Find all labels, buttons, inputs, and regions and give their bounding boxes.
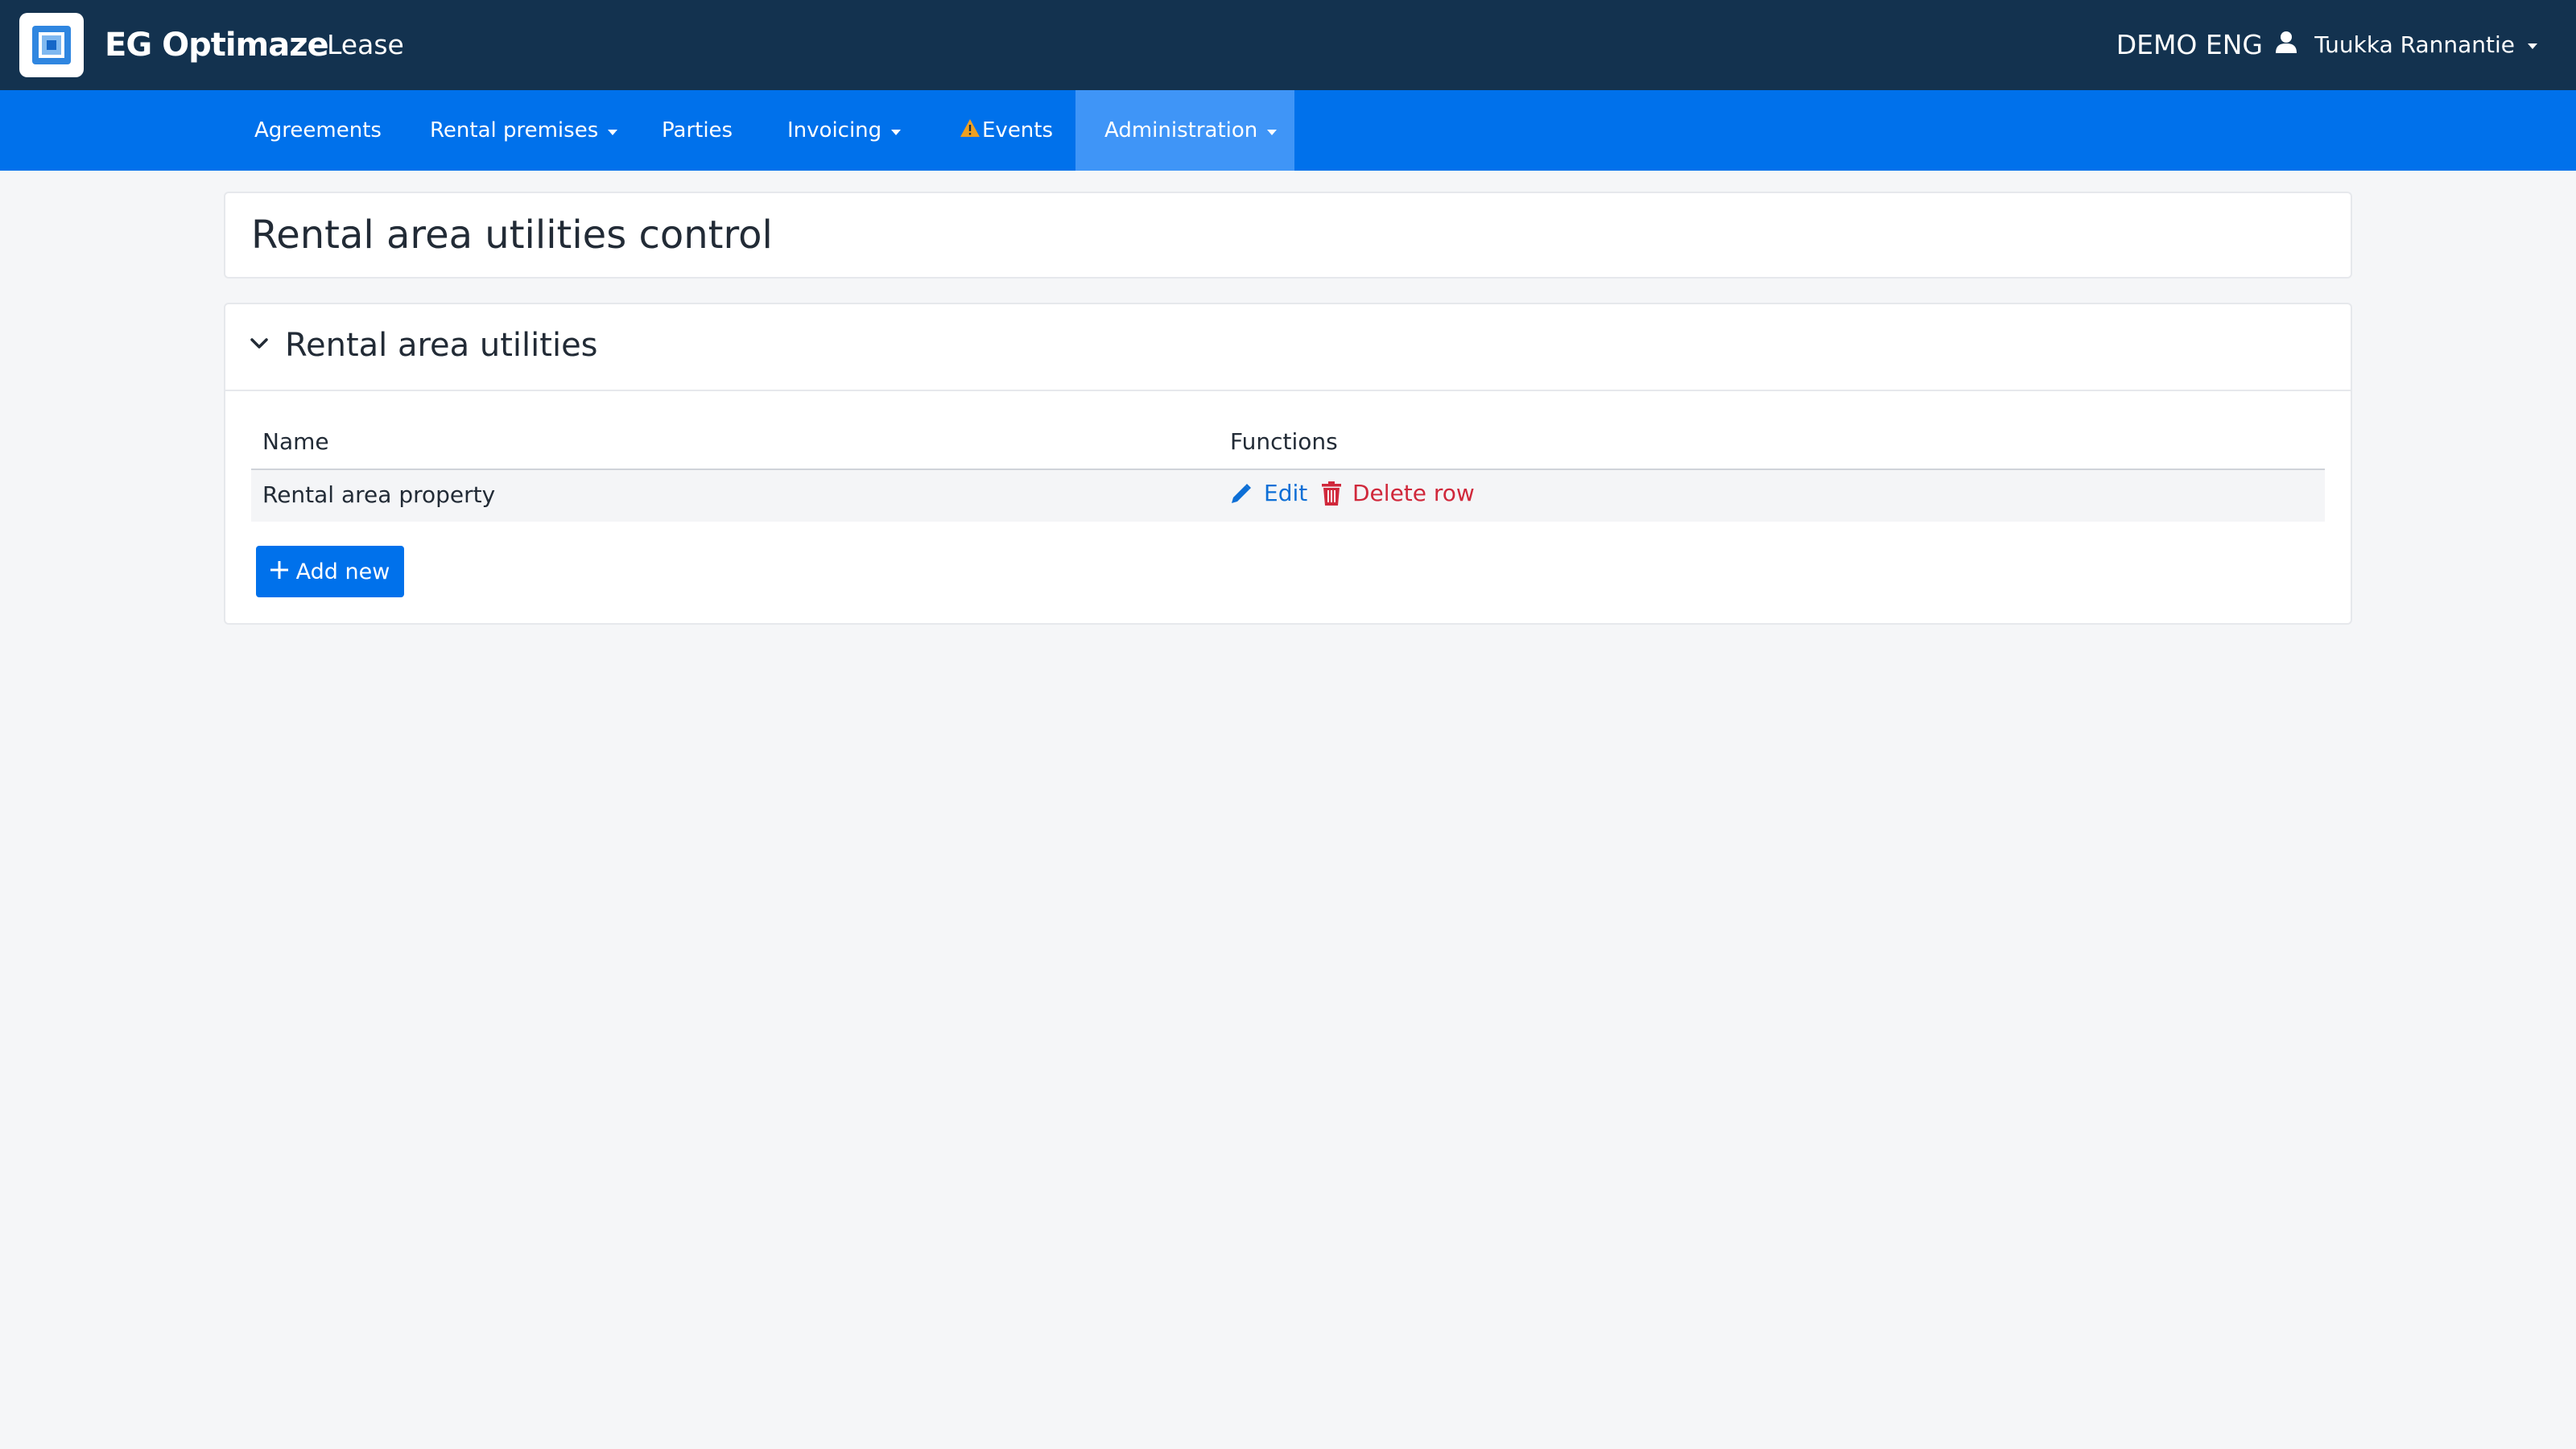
column-header-functions: Functions <box>1230 428 1338 455</box>
nav-item-label: Agreements <box>254 118 382 142</box>
nav-item-label: Parties <box>662 118 733 142</box>
nav-item-parties[interactable]: Parties <box>633 90 762 171</box>
utilities-table: Name Functions Rental area property Edit <box>251 417 2325 522</box>
environment-label: DEMO ENG <box>2116 29 2263 60</box>
nav-item-label: Events <box>982 118 1054 142</box>
user-icon <box>2276 31 2297 59</box>
add-new-label: Add new <box>295 559 390 584</box>
chevron-down-icon <box>2528 43 2537 49</box>
main-nav: Agreements Rental premises Parties Invoi… <box>0 90 2576 171</box>
chevron-down-icon <box>891 129 902 135</box>
utilities-section: Rental area utilities Name Functions Ren… <box>224 303 2352 625</box>
chevron-down-icon[interactable] <box>250 333 269 356</box>
chevron-down-icon <box>608 129 618 135</box>
row-name: Rental area property <box>262 481 496 508</box>
column-header-name: Name <box>262 428 329 455</box>
section-header[interactable]: Rental area utilities <box>225 304 2351 391</box>
page-title: Rental area utilities control <box>251 213 773 258</box>
nav-item-label: Invoicing <box>787 118 882 142</box>
app-logo[interactable] <box>19 13 84 77</box>
nav-item-invoicing[interactable]: Invoicing <box>758 90 930 171</box>
user-name: Tuukka Rannantie <box>2314 31 2515 58</box>
brand-name: EG Optimaze <box>105 27 329 64</box>
page-title-card: Rental area utilities control <box>224 192 2352 279</box>
plus-icon <box>270 559 288 584</box>
pencil-icon <box>1232 483 1251 503</box>
delete-label: Delete row <box>1352 480 1475 506</box>
nav-item-administration[interactable]: Administration <box>1075 90 1294 171</box>
nav-item-rental-premises[interactable]: Rental premises <box>401 90 646 171</box>
trash-icon <box>1322 481 1341 506</box>
add-new-button[interactable]: Add new <box>256 546 404 597</box>
nav-item-events[interactable]: Events <box>931 90 1082 171</box>
chevron-down-icon <box>1267 129 1278 135</box>
app-header: EG Optimaze Lease DEMO ENG Tuukka Rannan… <box>0 0 2576 90</box>
warning-icon <box>960 118 980 143</box>
nav-item-label: Administration <box>1104 118 1258 142</box>
table-header-row: Name Functions <box>251 417 2325 470</box>
delete-row-button[interactable]: Delete row <box>1322 480 1475 506</box>
nav-item-label: Rental premises <box>430 118 599 142</box>
edit-label: Edit <box>1264 480 1308 506</box>
logo-icon <box>32 26 71 64</box>
nav-item-agreements[interactable]: Agreements <box>225 90 411 171</box>
edit-button[interactable]: Edit <box>1230 480 1307 506</box>
module-name: Lease <box>327 29 404 60</box>
table-row: Rental area property Edit Delete row <box>251 470 2325 522</box>
section-title: Rental area utilities <box>285 327 598 364</box>
user-menu[interactable]: Tuukka Rannantie <box>2276 31 2537 59</box>
